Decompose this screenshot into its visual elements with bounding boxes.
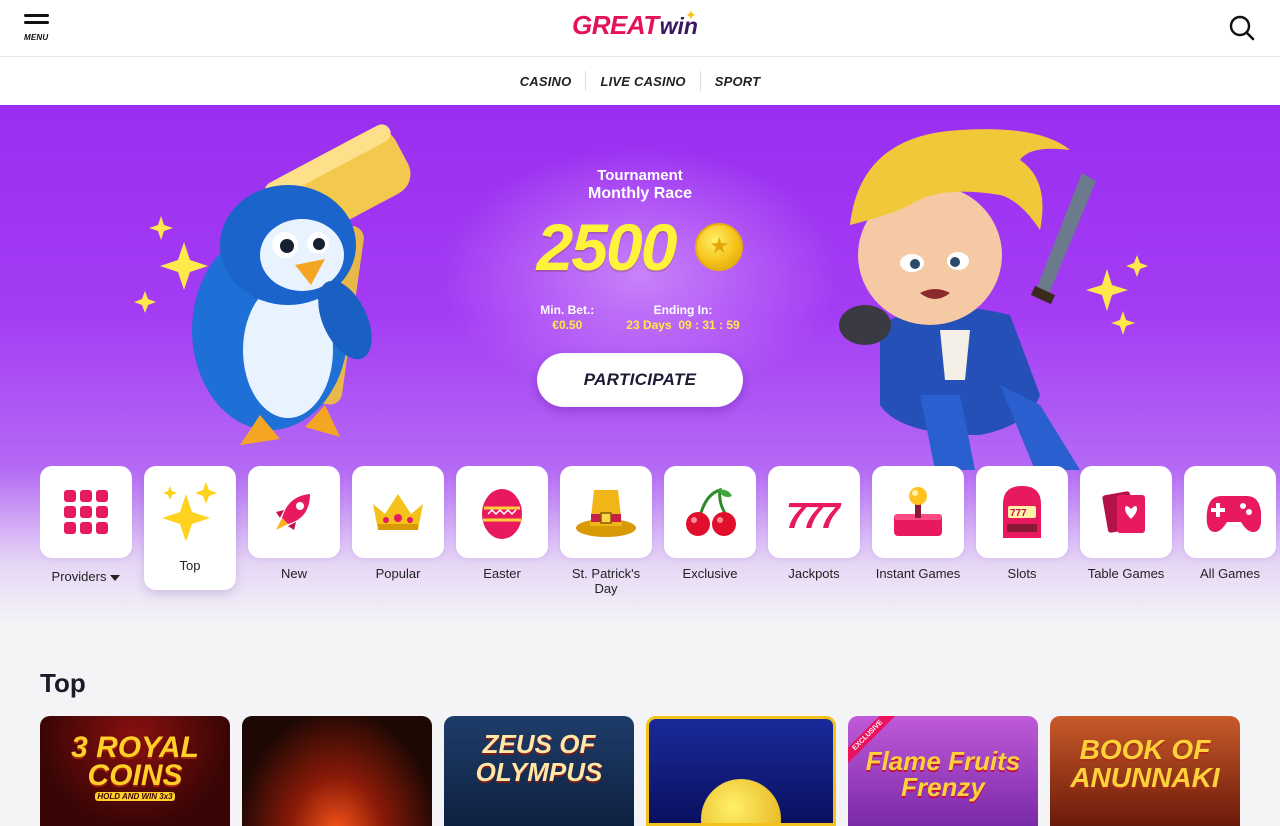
category-tile: 777 (768, 466, 860, 558)
ending-in: Ending In: 23 Days 09 : 31 : 59 (626, 303, 739, 332)
category-tile (352, 466, 444, 558)
penguin-character-illustration (134, 124, 411, 445)
category-tile (560, 466, 652, 558)
category-slots[interactable]: 777 Slots (976, 466, 1068, 581)
game-subtitle: HOLD AND WIN 3x3 (95, 792, 175, 801)
game-card[interactable] (646, 716, 836, 826)
cherries-icon (686, 487, 736, 536)
hamburger-icon (24, 14, 49, 17)
category-label: All Games (1200, 566, 1260, 581)
promo-title: Monthly Race (587, 185, 692, 202)
leprechaun-hat-icon (576, 490, 636, 537)
category-st-patricks-day[interactable]: St. Patrick's Day (560, 466, 652, 596)
egg-icon (482, 489, 522, 539)
category-instant-games[interactable]: Instant Games (872, 466, 964, 581)
min-bet-label: Min. Bet.: (540, 303, 595, 317)
min-bet-value: €0.50 (552, 318, 583, 332)
section-title: Top (40, 668, 86, 698)
svg-text:777: 777 (1010, 508, 1027, 519)
search-icon (1229, 15, 1255, 41)
cards-icon (1102, 491, 1145, 533)
category-label: New (280, 566, 307, 581)
game-list: 3 ROYAL COINS HOLD AND WIN 3x3 ZEUS OF O… (40, 716, 1280, 826)
category-table-games[interactable]: Table Games (1080, 466, 1172, 581)
category-tile (872, 466, 964, 558)
category-label: Top (179, 558, 201, 573)
category-label: Instant Games (875, 566, 961, 581)
crown-icon (373, 494, 423, 530)
slot-machine-icon: 777 (1003, 486, 1041, 538)
nav-live-casino[interactable]: LIVE CASINO (586, 74, 699, 89)
tournament-stats: Min. Bet.: €0.50 Ending In: 23 Days 09 :… (440, 303, 840, 332)
sparkle-icon (162, 482, 217, 540)
header: MENU GREAT win ✦ (0, 0, 1280, 57)
category-label: Table Games (1087, 566, 1165, 581)
nav-sport[interactable]: SPORT (701, 74, 775, 89)
menu-label: MENU (24, 33, 49, 42)
min-bet: Min. Bet.: €0.50 (540, 303, 594, 332)
game-title: Flame Fruits Frenzy (865, 746, 1021, 802)
logo-great: GREAT (572, 10, 659, 40)
promo-label: Tournament (597, 167, 683, 184)
participate-button[interactable]: PARTICIPATE (537, 353, 743, 407)
game-card[interactable]: EXCLUSIVE Flame Fruits Frenzy (848, 716, 1038, 826)
category-label: Exclusive (682, 566, 738, 581)
coin-icon (701, 779, 781, 823)
category-label: St. Patrick's Day (571, 566, 641, 596)
category-tile (40, 466, 132, 558)
gamepad-icon (1206, 496, 1261, 532)
category-exclusive[interactable]: Exclusive (664, 466, 756, 581)
coin-icon (695, 223, 744, 271)
category-new[interactable]: New (248, 466, 340, 581)
prize-pool: 2500 (440, 209, 840, 285)
grid-icon (64, 490, 108, 534)
menu-button[interactable]: MENU (24, 14, 52, 44)
game-card[interactable] (242, 716, 432, 826)
category-easter[interactable]: Easter (456, 466, 548, 581)
category-tile: Top (144, 466, 236, 590)
logo[interactable]: GREAT win ✦ (572, 7, 698, 44)
hamburger-icon-bar (24, 21, 49, 24)
search-button[interactable] (1228, 14, 1256, 42)
tournament-promo: Tournament Monthly Race 2500 Min. Bet.: … (440, 167, 840, 407)
game-title: 3 ROYAL COINS (71, 731, 199, 792)
warrior-character-illustration (839, 129, 1148, 470)
category-tile (456, 466, 548, 558)
category-popular[interactable]: Popular (352, 466, 444, 581)
category-tile (664, 466, 756, 558)
category-label: Popular (375, 566, 421, 581)
game-card[interactable]: ZEUS OF OLYMPUS (444, 716, 634, 826)
game-title: BOOK OF ANUNNAKI (1070, 734, 1220, 793)
category-bar: Providers Top New Popular Easter St. Pat… (40, 466, 1280, 606)
category-top[interactable]: Top (144, 466, 236, 590)
777-icon: 777 (786, 495, 842, 532)
nav-casino[interactable]: CASINO (506, 74, 586, 89)
category-label: Easter (483, 566, 521, 581)
category-label: Jackpots (788, 566, 840, 581)
game-card[interactable]: 3 ROYAL COINS HOLD AND WIN 3x3 (40, 716, 230, 826)
category-tile: 777 (976, 466, 1068, 558)
category-providers[interactable]: Providers (40, 466, 132, 584)
category-jackpots[interactable]: 777 Jackpots (768, 466, 860, 581)
svg-text:777: 777 (786, 495, 842, 532)
game-title: ZEUS OF OLYMPUS (475, 729, 603, 787)
category-tile (1184, 466, 1276, 558)
chevron-down-icon (110, 574, 121, 581)
joystick-icon (894, 487, 942, 536)
rocket-icon (276, 494, 310, 530)
category-tile (1080, 466, 1172, 558)
prize-amount: 2500 (536, 210, 678, 284)
ending-in-label: Ending In: (653, 303, 713, 317)
game-card[interactable]: BOOK OF ANUNNAKI (1050, 716, 1240, 826)
category-label: Providers (51, 569, 107, 584)
category-label-row: Providers (40, 569, 132, 584)
category-all-games[interactable]: All Games (1184, 466, 1276, 581)
category-label: Slots (1007, 566, 1037, 581)
countdown-timer: 23 Days 09 : 31 : 59 (626, 318, 740, 332)
sparkle-icon: ✦ (685, 7, 697, 23)
category-tile (248, 466, 340, 558)
sub-navigation: CASINO LIVE CASINO SPORT (0, 57, 1280, 105)
